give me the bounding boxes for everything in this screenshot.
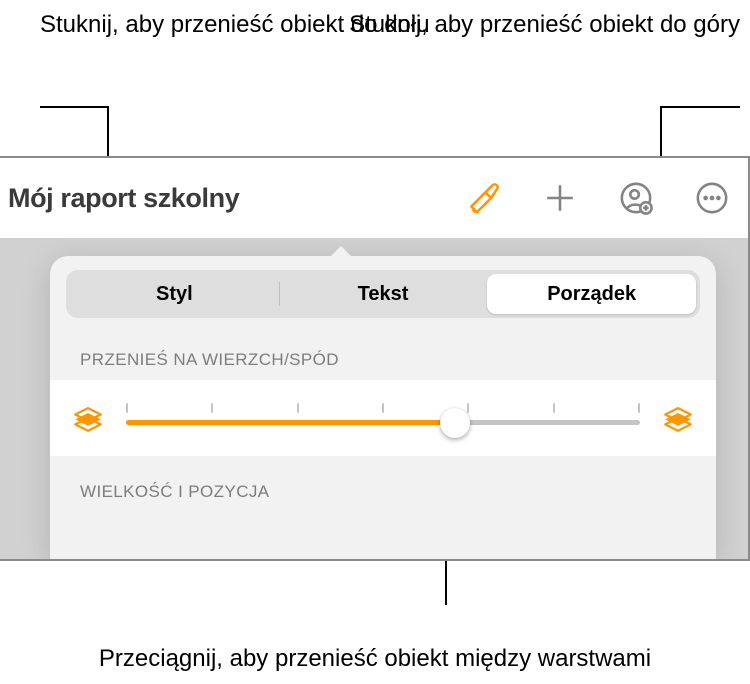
layer-slider[interactable] bbox=[126, 398, 640, 438]
more-icon[interactable] bbox=[694, 180, 730, 216]
slider-thumb[interactable] bbox=[440, 408, 470, 438]
format-popover: Styl Tekst Porządek PRZENIEŚ NA WIERZCH/… bbox=[50, 256, 716, 559]
section-size-label: WIELKOŚĆ I POZYCJA bbox=[50, 456, 716, 512]
section-layer-label: PRZENIEŚ NA WIERZCH/SPÓD bbox=[50, 324, 716, 380]
slider-fill bbox=[126, 420, 455, 425]
tab-arrange[interactable]: Porządek bbox=[487, 274, 696, 314]
add-icon[interactable] bbox=[542, 180, 578, 216]
move-to-back-button[interactable] bbox=[68, 398, 108, 438]
tab-style[interactable]: Styl bbox=[70, 274, 279, 314]
layer-slider-row bbox=[50, 380, 716, 456]
toolbar: Mój raport szkolny bbox=[0, 158, 748, 238]
leader-move-down-h bbox=[40, 106, 107, 108]
tab-text[interactable]: Tekst bbox=[279, 274, 488, 314]
segmented-control: Styl Tekst Porządek bbox=[66, 270, 700, 318]
popover-arrow bbox=[330, 246, 352, 258]
popover-backdrop: Styl Tekst Porządek PRZENIEŚ NA WIERZCH/… bbox=[0, 238, 748, 559]
leader-move-up-h bbox=[660, 106, 740, 108]
document-title: Mój raport szkolny bbox=[8, 183, 239, 214]
format-brush-icon[interactable] bbox=[466, 180, 502, 216]
callout-drag: Przeciągnij, aby przenieść obiekt między… bbox=[0, 644, 750, 674]
move-to-front-button[interactable] bbox=[658, 398, 698, 438]
collaborate-icon[interactable] bbox=[618, 180, 654, 216]
app-frame: Mój raport szkolny Styl Tekst Porządek bbox=[0, 156, 750, 561]
callout-move-up: Stuknij, aby przenieść obiekt do góry bbox=[349, 10, 740, 40]
slider-ticks bbox=[126, 403, 640, 413]
